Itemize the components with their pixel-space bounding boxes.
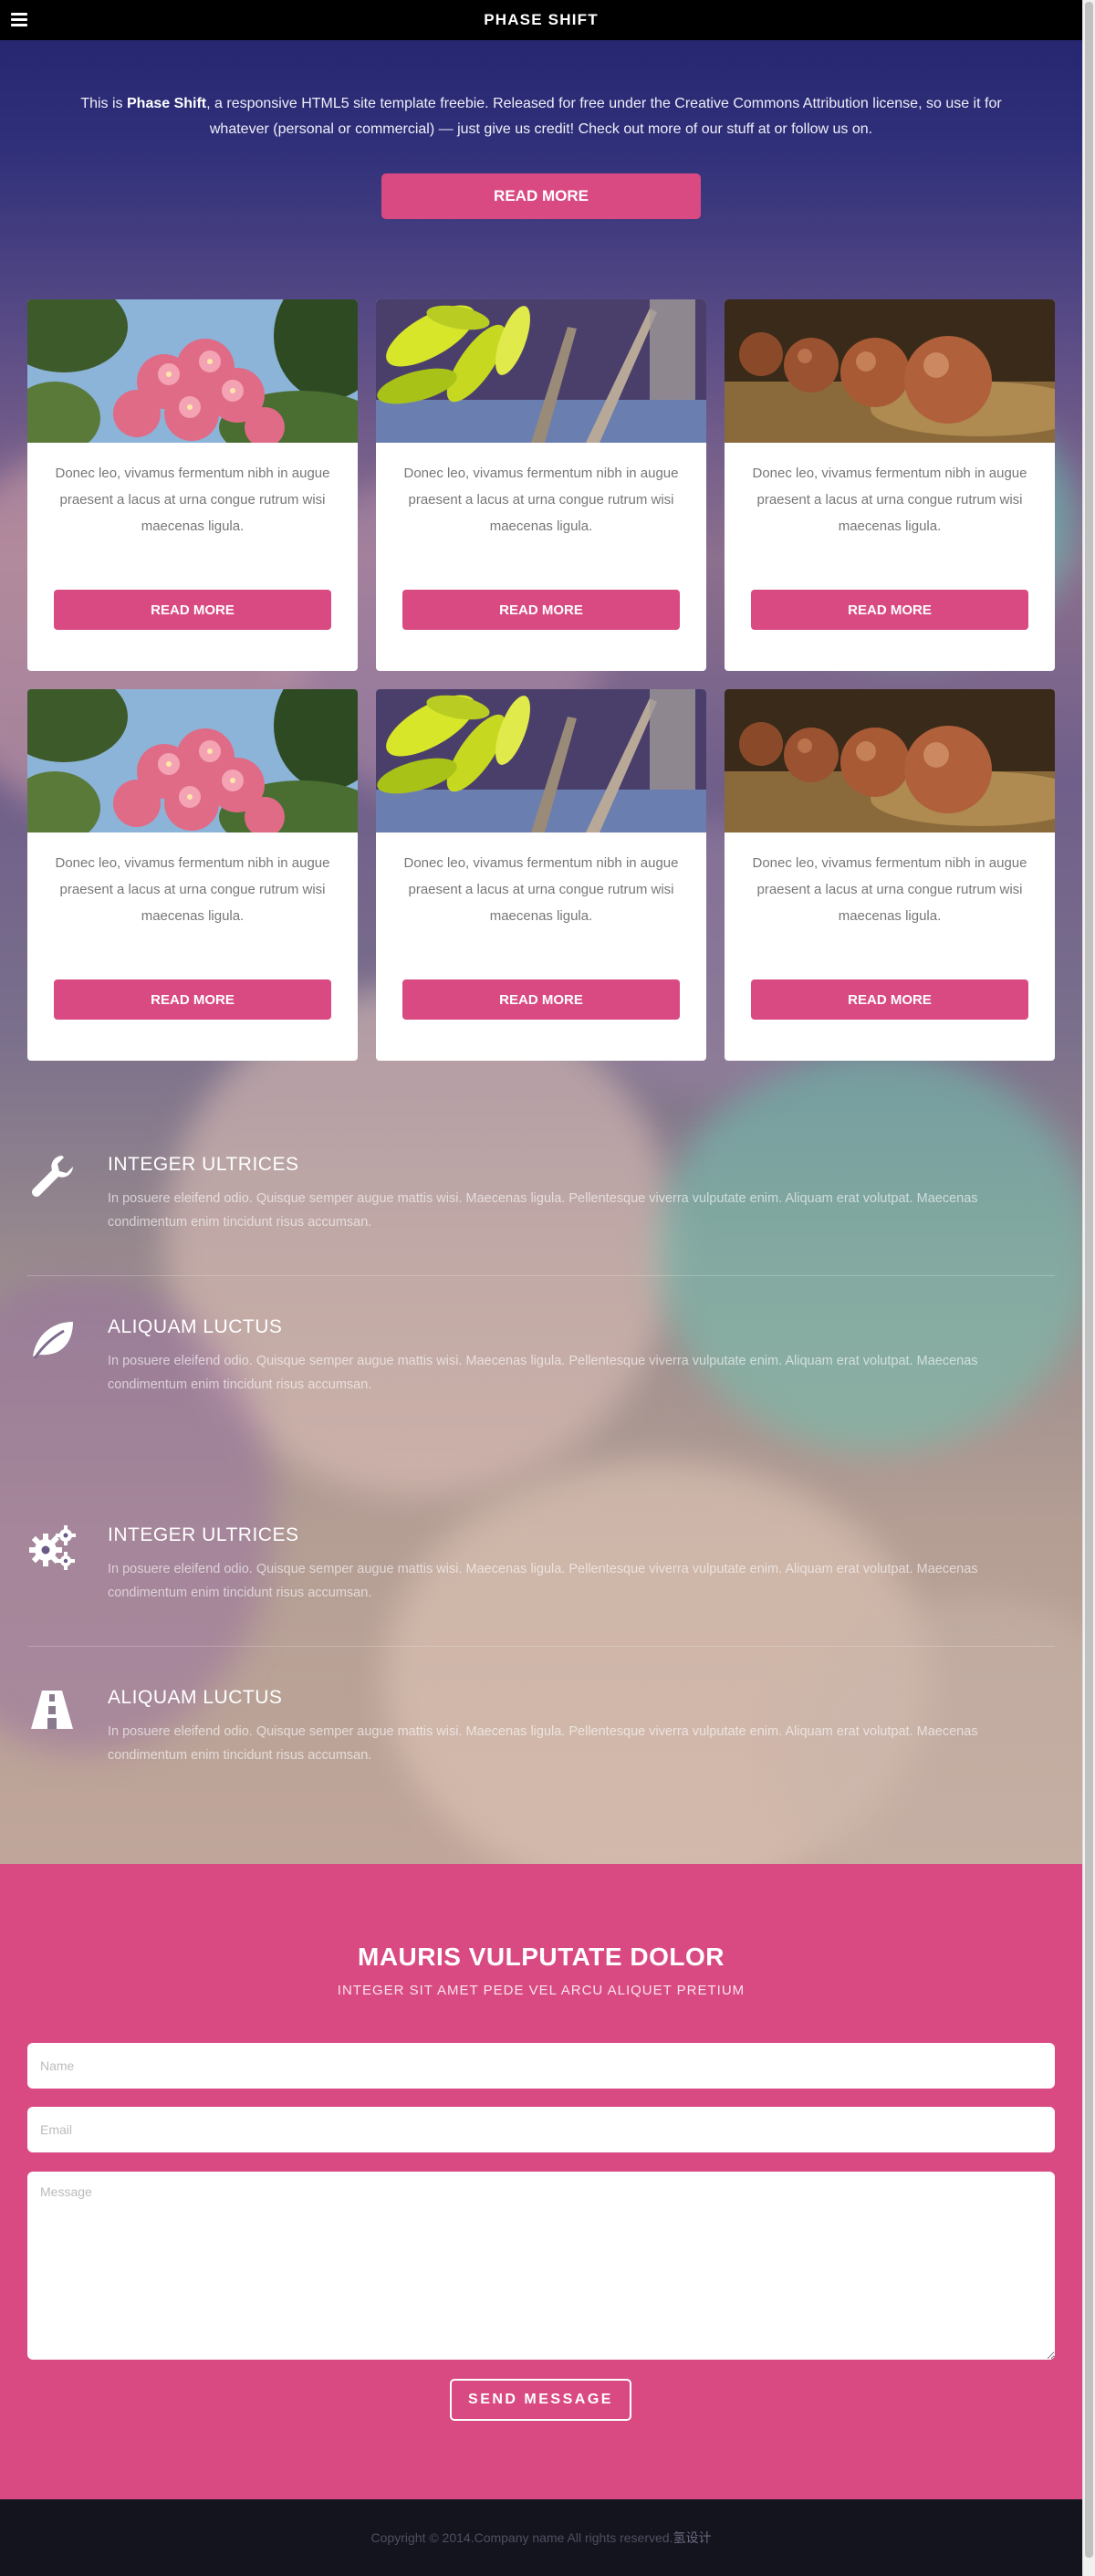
card-read-more-button[interactable]: READ MORE: [54, 979, 331, 1020]
card: Donec leo, vivamus fermentum nibh in aug…: [376, 299, 706, 671]
feature-item: INTEGER ULTRICES In posuere eleifend odi…: [27, 1152, 1055, 1234]
intro-text: This is Phase Shift, a responsive HTML5 …: [80, 96, 1002, 137]
card-image-pink-flowers: [27, 689, 358, 832]
divider: [27, 1275, 1055, 1276]
card-text: Donec leo, vivamus fermentum nibh in aug…: [403, 855, 679, 924]
card-read-more-button[interactable]: READ MORE: [54, 590, 331, 630]
card-image-yellow-leaves: [376, 689, 706, 832]
card: Donec leo, vivamus fermentum nibh in aug…: [27, 299, 358, 671]
gears-icon: [29, 1525, 76, 1570]
card-image-brown-balls: [725, 689, 1055, 832]
name-field[interactable]: [27, 2043, 1055, 2089]
card-text: Donec leo, vivamus fermentum nibh in aug…: [55, 855, 330, 924]
hamburger-menu-icon[interactable]: [11, 13, 27, 27]
vertical-scrollbar[interactable]: [1082, 0, 1095, 2576]
card: Donec leo, vivamus fermentum nibh in aug…: [27, 689, 358, 1061]
send-message-button[interactable]: SEND MESSAGE: [450, 2379, 631, 2421]
footer: Copyright © 2014.Company name All rights…: [0, 2499, 1082, 2576]
leaf-icon: [33, 1322, 73, 1359]
feature-text: In posuere eleifend odio. Quisque semper…: [108, 1191, 978, 1230]
footer-link[interactable]: 氢设计: [673, 2529, 711, 2547]
intro-read-more-button[interactable]: READ MORE: [381, 173, 701, 219]
card-text: Donec leo, vivamus fermentum nibh in aug…: [55, 466, 330, 534]
card-read-more-button[interactable]: READ MORE: [751, 979, 1028, 1020]
brand-name: Phase Shift: [127, 96, 207, 111]
card-text: Donec leo, vivamus fermentum nibh in aug…: [752, 466, 1027, 534]
card-text: Donec leo, vivamus fermentum nibh in aug…: [752, 855, 1027, 924]
feature-item: ALIQUAM LUCTUS In posuere eleifend odio.…: [27, 1685, 1055, 1767]
card: Donec leo, vivamus fermentum nibh in aug…: [376, 689, 706, 1061]
feature-title: ALIQUAM LUCTUS: [108, 1316, 283, 1337]
top-bar: PHASE SHIFT: [0, 0, 1082, 40]
feature-text: In posuere eleifend odio. Quisque semper…: [108, 1724, 978, 1763]
road-icon: [31, 1691, 73, 1729]
feature-item: ALIQUAM LUCTUS In posuere eleifend odio.…: [27, 1314, 1055, 1397]
site-title: PHASE SHIFT: [484, 11, 599, 28]
card-image-brown-balls: [725, 299, 1055, 443]
contact-title: MAURIS VULPUTATE DOLOR: [358, 1942, 725, 1971]
divider: [27, 1646, 1055, 1647]
message-field[interactable]: [27, 2172, 1055, 2360]
card: Donec leo, vivamus fermentum nibh in aug…: [725, 299, 1055, 671]
feature-item: INTEGER ULTRICES In posuere eleifend odi…: [27, 1523, 1055, 1605]
card-text: Donec leo, vivamus fermentum nibh in aug…: [403, 466, 679, 534]
feature-text: In posuere eleifend odio. Quisque semper…: [108, 1562, 978, 1600]
card: Donec leo, vivamus fermentum nibh in aug…: [725, 689, 1055, 1061]
contact-section: MAURIS VULPUTATE DOLOR INTEGER SIT AMET …: [0, 1864, 1082, 2499]
feature-text: In posuere eleifend odio. Quisque semper…: [108, 1354, 978, 1392]
card-read-more-button[interactable]: READ MORE: [751, 590, 1028, 630]
email-field[interactable]: [27, 2107, 1055, 2152]
scrollbar-thumb[interactable]: [1085, 2, 1093, 2558]
card-image-pink-flowers: [27, 299, 358, 443]
card-read-more-button[interactable]: READ MORE: [402, 979, 680, 1020]
feature-title: INTEGER ULTRICES: [108, 1524, 299, 1545]
feature-title: ALIQUAM LUCTUS: [108, 1687, 283, 1708]
card-image-yellow-leaves: [376, 299, 706, 443]
copyright-text: Copyright © 2014.Company name All rights…: [370, 2530, 673, 2545]
feature-title: INTEGER ULTRICES: [108, 1154, 299, 1175]
card-read-more-button[interactable]: READ MORE: [402, 590, 680, 630]
wrench-icon: [31, 1156, 73, 1197]
contact-subtitle: INTEGER SIT AMET PEDE VEL ARCU ALIQUET P…: [337, 1983, 746, 1998]
